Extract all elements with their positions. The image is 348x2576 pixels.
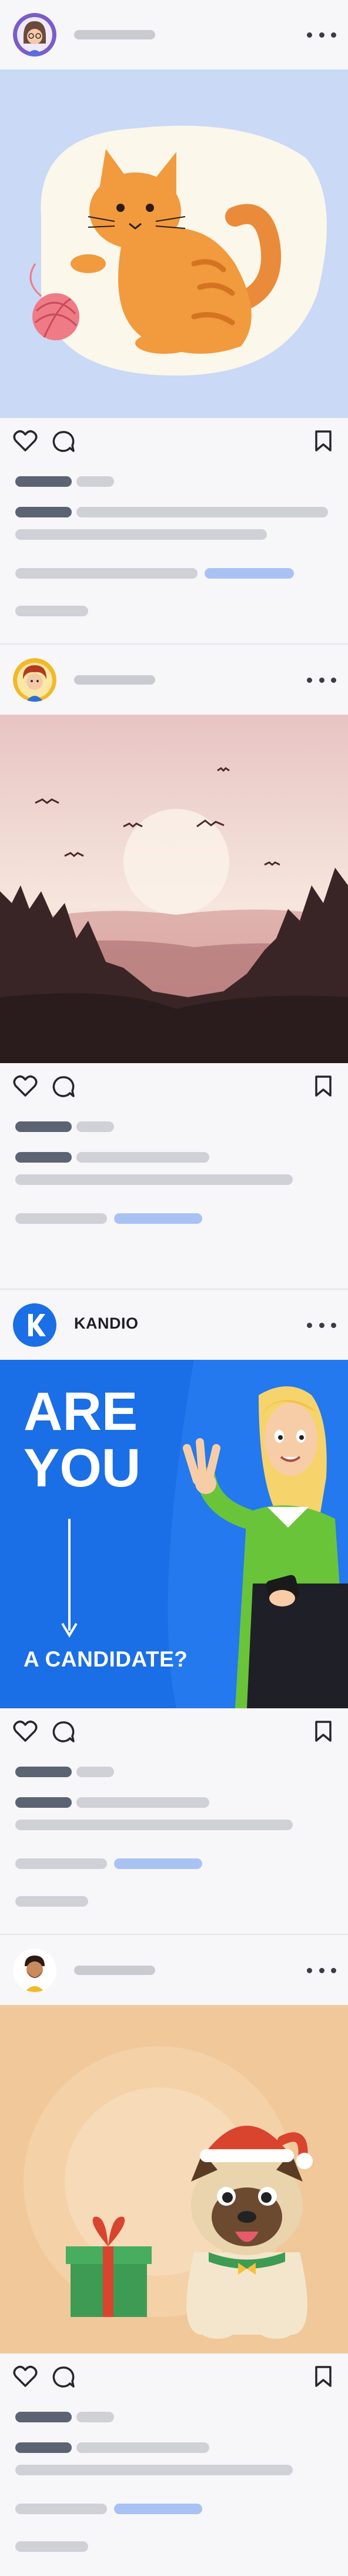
hashtag-placeholder[interactable]	[205, 568, 294, 579]
avatar[interactable]	[13, 1948, 56, 1992]
post-actions	[0, 2353, 348, 2401]
feed-post	[0, 0, 348, 643]
post-header: KANDIO	[0, 1290, 348, 1360]
timestamp-placeholder	[15, 1896, 88, 1907]
more-options-icon[interactable]	[307, 674, 336, 686]
caption-placeholder	[15, 1820, 293, 1830]
bookmark-icon[interactable]	[314, 430, 333, 452]
bookmark-icon[interactable]	[314, 1075, 333, 1097]
caption-author-placeholder	[15, 1797, 72, 1808]
post-image[interactable]	[0, 715, 348, 1063]
likes-placeholder	[15, 476, 72, 487]
comment-placeholder	[15, 1213, 107, 1224]
post-image[interactable]: ARE YOU A CANDIDATE?	[0, 1360, 348, 1708]
likes-count-placeholder	[76, 476, 114, 487]
caption-placeholder	[76, 1797, 209, 1808]
avatar[interactable]	[13, 13, 56, 57]
comment-placeholder	[15, 2504, 107, 2514]
heart-icon[interactable]	[13, 1075, 38, 1097]
post-header	[0, 645, 348, 715]
feed-post	[0, 1936, 348, 2576]
heart-icon[interactable]	[13, 2365, 38, 2388]
post-actions	[0, 1063, 348, 1110]
pug-with-santa-hat-and-gift-illustration-icon	[0, 2005, 348, 2353]
comment-icon[interactable]	[51, 1075, 75, 1098]
bookmark-icon[interactable]	[314, 1720, 333, 1742]
orange-cat-with-yarn-illustration-icon	[0, 69, 348, 418]
timestamp-placeholder	[15, 606, 88, 616]
caption-author-placeholder	[15, 2442, 72, 2453]
feed-post	[0, 645, 348, 1288]
comment-placeholder	[15, 1858, 107, 1869]
timestamp-placeholder	[15, 2541, 88, 2552]
post-header	[0, 0, 348, 69]
heart-icon[interactable]	[13, 1720, 38, 1742]
likes-count-placeholder	[76, 2412, 114, 2422]
likes-count-placeholder	[76, 1767, 114, 1777]
username-placeholder[interactable]	[74, 30, 155, 39]
more-options-icon[interactable]	[307, 1964, 336, 1976]
illustrated-avatar-woman-glasses-icon	[13, 13, 56, 57]
caption-author-placeholder	[15, 507, 72, 517]
caption-placeholder	[76, 507, 328, 517]
hashtag-placeholder[interactable]	[114, 2504, 202, 2514]
avatar[interactable]	[13, 1303, 56, 1347]
comment-placeholder	[15, 568, 198, 579]
kandio-logo-k-icon	[13, 1303, 56, 1347]
more-options-icon[interactable]	[307, 1319, 336, 1331]
comment-icon[interactable]	[51, 2365, 75, 2389]
post-header	[0, 1936, 348, 2005]
more-options-icon[interactable]	[307, 29, 336, 41]
comment-icon[interactable]	[51, 430, 75, 453]
post-divider	[0, 643, 348, 645]
heart-icon[interactable]	[13, 430, 38, 452]
post-actions	[0, 1708, 348, 1755]
ad-headline-line1: ARE	[24, 1382, 138, 1442]
bookmark-icon[interactable]	[314, 2365, 333, 2388]
ad-headline-line2: YOU	[24, 1438, 141, 1498]
avatar[interactable]	[13, 658, 56, 702]
caption-placeholder	[15, 1174, 293, 1185]
likes-placeholder	[15, 2412, 72, 2422]
ad-subheadline: A CANDIDATE?	[24, 1647, 188, 1671]
post-image[interactable]	[0, 2005, 348, 2353]
hashtag-placeholder[interactable]	[114, 1858, 202, 1869]
username[interactable]: KANDIO	[74, 1314, 139, 1333]
illustrated-avatar-man-curly-hair-icon	[13, 658, 56, 702]
caption-placeholder	[76, 2442, 209, 2453]
username-placeholder[interactable]	[74, 675, 155, 685]
hashtag-placeholder[interactable]	[114, 1213, 202, 1224]
ad-headline: ARE YOU	[24, 1383, 140, 1496]
feed-post: KANDIO ARE YOU A CANDIDATE?	[0, 1290, 348, 1933]
caption-placeholder	[15, 2465, 293, 2475]
post-actions	[0, 418, 348, 465]
caption-placeholder	[76, 1152, 209, 1163]
misty-forest-sunrise-with-birds-icon	[0, 715, 348, 1063]
illustrated-avatar-man-beard-icon	[13, 1948, 56, 1992]
username-placeholder[interactable]	[74, 1966, 155, 1975]
likes-count-placeholder	[76, 1121, 114, 1132]
likes-placeholder	[15, 1767, 72, 1777]
caption-author-placeholder	[15, 1152, 72, 1163]
post-image[interactable]	[0, 69, 348, 418]
likes-placeholder	[15, 1121, 72, 1132]
comment-icon[interactable]	[51, 1720, 75, 1744]
post-divider	[0, 1934, 348, 1935]
caption-placeholder	[15, 529, 267, 540]
post-divider	[0, 1289, 348, 1290]
